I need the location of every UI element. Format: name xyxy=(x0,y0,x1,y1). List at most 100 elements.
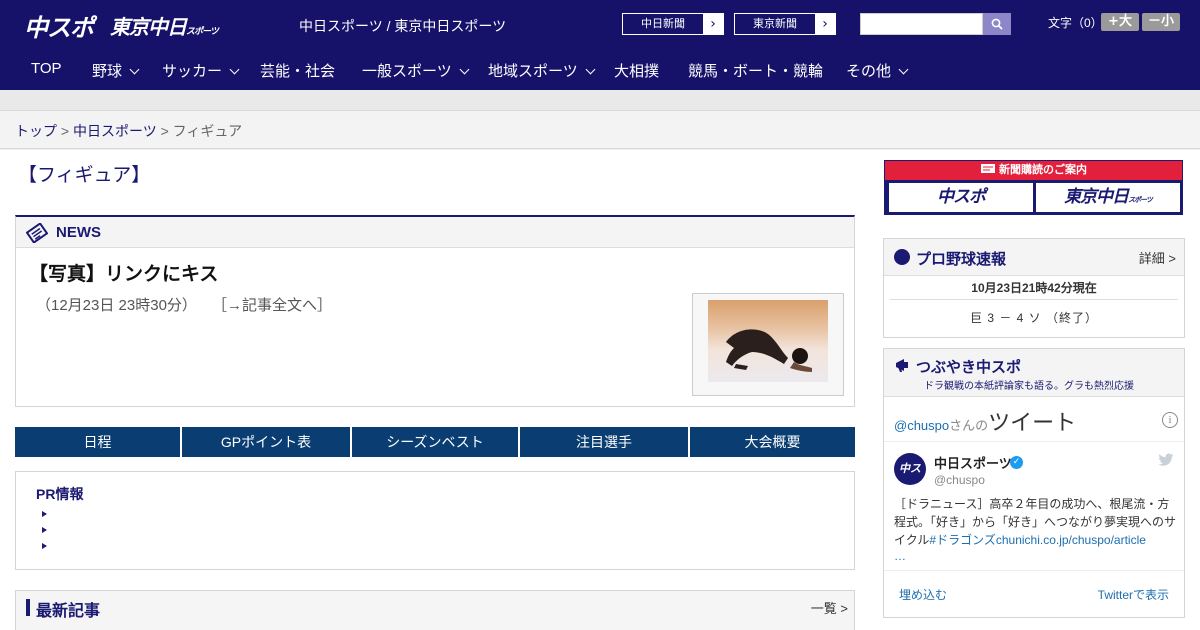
breadcrumb-separator: > xyxy=(60,123,70,139)
news-box: NEWS 【写真】リンクにキス （12月23日 23時30分） ［→記事全文へ］ xyxy=(15,215,855,407)
avatar[interactable]: 中スポ xyxy=(894,453,926,507)
subscription-banner[interactable]: 新聞購読のご案内 中スポ 東京中日スポーツ xyxy=(884,160,1183,215)
verified-badge-icon: ✓ xyxy=(1010,456,1023,469)
tokyo-shimbun-button[interactable]: 東京新聞 › xyxy=(734,13,836,35)
latest-list-link[interactable]: 一覧 > xyxy=(811,598,848,617)
pr-bullet-icon xyxy=(42,511,47,517)
nav-item-label: 一般スポーツ xyxy=(362,63,452,80)
tab-season-best[interactable]: シーズンベスト xyxy=(352,427,520,457)
divider xyxy=(884,570,1184,571)
breadcrumb-top-link[interactable]: トップ xyxy=(15,123,57,139)
pr-title: PR情報 xyxy=(36,486,84,502)
baseball-score[interactable]: 巨 3 － 4 ソ （終了） xyxy=(884,309,1184,326)
view-on-twitter-link[interactable]: Twitterで表示 xyxy=(1098,586,1169,603)
tweet-account-name[interactable]: 中日スポーツ xyxy=(934,453,1012,472)
nav-item-general-sports[interactable]: 一般スポーツ xyxy=(362,60,470,81)
news-thumbnail[interactable] xyxy=(692,293,844,396)
chuspo-subscription-logo[interactable]: 中スポ xyxy=(889,183,1033,212)
subscription-header: 新聞購読のご案内 xyxy=(885,161,1182,180)
tokyo-logo-small: スポーツ xyxy=(1128,196,1153,204)
breadcrumb-chunichi-sports-link[interactable]: 中日スポーツ xyxy=(73,123,157,139)
paper-button-label: 中日新聞 xyxy=(623,14,703,34)
baseball-timestamp: 10月23日21時42分現在 xyxy=(971,281,1097,295)
nav-item-label: 競馬・ボート・競輪 xyxy=(688,63,824,80)
tweets-handle-link[interactable]: @chuspo xyxy=(894,418,949,433)
chevron-down-icon xyxy=(129,64,140,75)
tweet-ellipsis: … xyxy=(894,549,906,563)
font-decrease-button[interactable]: －小 xyxy=(1142,13,1180,31)
embed-link[interactable]: 埋め込む xyxy=(899,586,947,603)
tweet-url-link[interactable]: chunichi.co.jp/chuspo/article xyxy=(996,533,1146,547)
tweets-by-line: @chuspoさんのツイート xyxy=(894,405,1076,437)
baseball-detail-link[interactable]: 詳細 > xyxy=(1139,248,1176,267)
news-photo xyxy=(708,300,828,382)
newspaper-icon xyxy=(26,223,48,243)
tweet-account-handle[interactable]: @chuspo xyxy=(934,473,985,487)
baseball-icon xyxy=(894,249,910,265)
breadcrumb-bar: トップ > 中日スポーツ > フィギュア xyxy=(0,111,1200,149)
top-header: 中スポ 東京中日スポーツ 中日スポーツ / 東京中日スポーツ 中日新聞 › 東京… xyxy=(0,0,1200,48)
nav-item-top[interactable]: TOP xyxy=(31,60,62,77)
baseball-header: プロ野球速報 詳細 > xyxy=(884,239,1184,276)
chunichi-shimbun-button[interactable]: 中日新聞 › xyxy=(622,13,724,35)
tweets-title: つぶやき中スポ xyxy=(916,359,1022,376)
pr-bullet-icon xyxy=(42,543,47,549)
tab-tournament-overview[interactable]: 大会概要 xyxy=(690,427,855,457)
page-title: 【フィギュア】 xyxy=(18,165,151,186)
font-size-label: 文字（0） xyxy=(1048,16,1103,30)
tweet-hashtag-link[interactable]: #ドラゴンズ xyxy=(929,533,995,547)
figure-tabs: 日程 GPポイント表 シーズンベスト 注目選手 大会概要 xyxy=(15,427,855,457)
info-icon[interactable]: i xyxy=(1162,412,1178,428)
chuspo-logo[interactable]: 中スポ xyxy=(24,8,94,43)
main-nav: TOP 野球 サッカー 芸能・社会 一般スポーツ 地域スポーツ 大相撲 競馬・ボ… xyxy=(0,48,1200,90)
nav-item-baseball[interactable]: 野球 xyxy=(92,60,140,81)
twitter-widget-header: つぶやき中スポ ドラ観戦の本紙評論家も語る。グラも熱烈応援 xyxy=(884,349,1184,397)
nav-item-local-sports[interactable]: 地域スポーツ xyxy=(488,60,596,81)
search-icon xyxy=(991,18,1003,30)
latest-articles-title: 最新記事 xyxy=(36,603,101,620)
baseball-title: プロ野球速報 xyxy=(916,251,1007,268)
pr-box: PR情報 xyxy=(15,471,855,570)
tweets-san: さんの xyxy=(949,418,989,433)
nav-item-label: サッカー xyxy=(162,63,223,80)
news-headline[interactable]: 【写真】リンクにキス xyxy=(29,259,218,286)
tab-gp-points[interactable]: GPポイント表 xyxy=(182,427,352,457)
search-input[interactable] xyxy=(860,13,983,35)
breadcrumb: トップ > 中日スポーツ > フィギュア xyxy=(15,121,242,141)
nav-item-entertainment[interactable]: 芸能・社会 xyxy=(260,60,335,81)
nav-item-racing[interactable]: 競馬・ボート・競輪 xyxy=(688,60,823,81)
ad-strip xyxy=(0,90,1200,111)
twitter-widget: つぶやき中スポ ドラ観戦の本紙評論家も語る。グラも熱烈応援 @chuspoさんの… xyxy=(883,348,1185,618)
nav-item-label: 地域スポーツ xyxy=(488,63,578,80)
font-increase-button[interactable]: +大 xyxy=(1101,13,1139,31)
chevron-right-icon: › xyxy=(710,16,716,32)
chevron-right-icon: › xyxy=(822,16,828,32)
latest-articles: 最新記事 一覧 > xyxy=(15,590,855,630)
tweet-text: ［ドラニュース］高卒２年目の成功へ、根尾流・方程式。「好き」から「好き」へつなが… xyxy=(894,495,1180,549)
megaphone-icon xyxy=(896,359,908,372)
twitter-bird-icon[interactable] xyxy=(1158,453,1174,467)
tokyo-logo-main: 東京中日 xyxy=(110,15,187,39)
tweets-subtitle: ドラ観戦の本紙評論家も語る。グラも熱烈応援 xyxy=(924,381,1134,392)
tweets-label: ツイート xyxy=(988,410,1077,435)
nav-item-sumo[interactable]: 大相撲 xyxy=(614,60,659,81)
nav-item-label: 野球 xyxy=(92,63,123,80)
search-button[interactable] xyxy=(983,13,1011,35)
news-header-label: NEWS xyxy=(56,224,101,241)
news-header: NEWS xyxy=(16,217,854,248)
nav-item-other[interactable]: その他 xyxy=(846,60,909,81)
tokyo-logo-main: 東京中日 xyxy=(1064,187,1129,207)
newspaper-icon xyxy=(981,164,995,173)
chevron-down-icon xyxy=(585,64,596,75)
nav-item-soccer[interactable]: サッカー xyxy=(162,60,240,81)
tab-schedule[interactable]: 日程 xyxy=(15,427,182,457)
paper-button-label: 東京新聞 xyxy=(735,14,815,34)
tokyo-subscription-logo[interactable]: 東京中日スポーツ xyxy=(1036,183,1180,212)
tokyo-chunichi-logo[interactable]: 東京中日スポーツ xyxy=(110,11,219,40)
nav-item-label: TOP xyxy=(31,60,62,77)
divider xyxy=(890,299,1178,300)
breadcrumb-separator: > xyxy=(160,123,169,139)
site-names: 中日スポーツ / 東京中日スポーツ xyxy=(299,18,507,34)
tab-featured-athletes[interactable]: 注目選手 xyxy=(520,427,690,457)
read-full-article-link[interactable]: ［→記事全文へ］ xyxy=(212,294,332,315)
